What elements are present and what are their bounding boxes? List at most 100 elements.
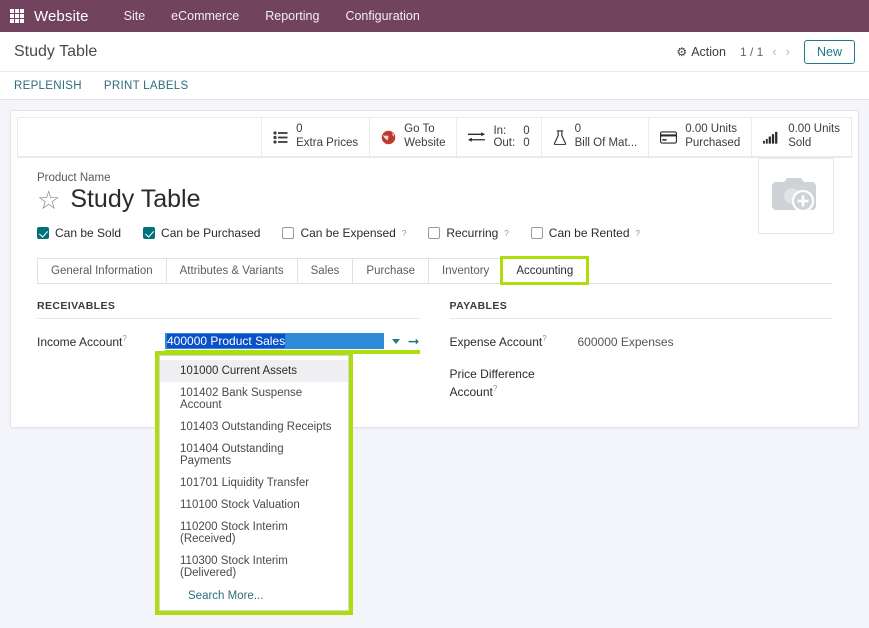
help-icon[interactable]: ?	[402, 229, 406, 238]
chevron-right-icon[interactable]: ›	[786, 44, 790, 59]
print-labels-button[interactable]: PRINT LABELS	[104, 80, 189, 92]
dropdown-item[interactable]: 110100 Stock Valuation	[160, 494, 348, 516]
checkbox-input[interactable]	[282, 227, 295, 239]
income-account-input[interactable]	[165, 333, 384, 349]
stat-value: 0	[296, 123, 303, 136]
expense-account-value: 600000 Expenses	[577, 335, 674, 349]
tab-purchase[interactable]: Purchase	[352, 258, 429, 283]
action-button[interactable]: ⚙ Action	[676, 45, 726, 59]
replenish-button[interactable]: REPLENISH	[14, 80, 82, 92]
form-sheet-wrapper: 0 Extra Prices Go To Website In: 0 Out: …	[0, 100, 869, 615]
tab-sales[interactable]: Sales	[296, 258, 354, 283]
stat-button-sold[interactable]: 0.00 Units Sold	[751, 117, 852, 157]
payables-column: PAYABLES Expense Account? 600000 Expense…	[449, 300, 833, 415]
stat-value: 0	[574, 123, 582, 136]
dropdown-item[interactable]: 101402 Bank Suspense Account	[160, 382, 348, 416]
chevron-down-icon[interactable]	[391, 338, 400, 344]
dropdown-item[interactable]: 101403 Outstanding Receipts	[160, 416, 348, 438]
stat-label: Sold	[788, 137, 812, 149]
income-account-field-row: Income Account? ➞ 101000 Current Assets …	[37, 333, 420, 615]
checkbox-input[interactable]	[143, 227, 156, 239]
help-icon[interactable]: ?	[636, 229, 640, 238]
pager: 1 / 1 ‹ ›	[740, 44, 790, 59]
out-label: Out:	[493, 137, 516, 149]
dropdown-item[interactable]: 101701 Liquidity Transfer	[160, 472, 348, 494]
breadcrumb[interactable]: Study Table	[14, 43, 676, 61]
tab-attributes-variants[interactable]: Attributes & Variants	[165, 258, 298, 283]
dropdown-item[interactable]: 110200 Stock Interim (Received)	[160, 516, 348, 550]
tab-general-information[interactable]: General Information	[37, 258, 167, 283]
product-flags-row: Can be Sold Can be Purchased Can be Expe…	[11, 214, 858, 240]
stat-button-purchased[interactable]: 0.00 Units Purchased	[648, 117, 752, 157]
receivables-section-title: RECEIVABLES	[37, 300, 420, 319]
checkbox-can-be-expensed[interactable]: Can be Expensed ?	[282, 226, 406, 240]
stat-label: Bill Of Mat...	[574, 137, 638, 149]
stat-button-in-out[interactable]: In: 0 Out: 0	[456, 117, 541, 157]
stat-label: Website	[404, 137, 446, 149]
checkbox-can-be-rented[interactable]: Can be Rented ?	[530, 226, 640, 240]
page-title[interactable]: Study Table	[70, 185, 200, 214]
tab-inventory[interactable]: Inventory	[428, 258, 504, 283]
chevron-left-icon[interactable]: ‹	[772, 44, 776, 59]
product-title-zone: Product Name ☆ Study Table	[11, 158, 858, 234]
control-panel-right: ⚙ Action 1 / 1 ‹ › New	[676, 39, 855, 64]
stat-value: Go To	[404, 123, 435, 136]
menu-item-configuration[interactable]: Configuration	[332, 0, 432, 32]
income-account-label-wrap: Income Account?	[37, 333, 165, 351]
apps-grid-icon[interactable]	[10, 9, 24, 23]
new-button[interactable]: New	[803, 39, 855, 64]
checkbox-input[interactable]	[428, 227, 441, 239]
dropdown-item[interactable]: 101000 Current Assets	[160, 360, 348, 382]
expense-account-label-wrap: Expense Account?	[450, 333, 578, 351]
help-icon[interactable]: ?	[122, 334, 126, 343]
menu-item-reporting[interactable]: Reporting	[252, 0, 332, 32]
tab-accounting[interactable]: Accounting	[500, 256, 590, 285]
stat-button-bill-of-materials[interactable]: 0 Bill Of Mat...	[540, 117, 649, 157]
app-menu-bar: Website Site eCommerce Reporting Configu…	[0, 0, 869, 32]
expense-account-value-wrap[interactable]: 600000 Expenses	[578, 333, 833, 351]
favorite-star-icon[interactable]: ☆	[37, 187, 60, 213]
notebook-tabs: General Information Attributes & Variant…	[37, 256, 832, 285]
stat-button-go-to-website[interactable]: Go To Website	[369, 117, 457, 157]
income-account-dropdown[interactable]: 101000 Current Assets 101402 Bank Suspen…	[155, 351, 353, 615]
stat-button-extra-prices[interactable]: 0 Extra Prices	[261, 117, 370, 157]
help-icon[interactable]: ?	[493, 384, 497, 393]
price-difference-label-line1: Price Difference	[449, 367, 535, 381]
menu-item-ecommerce[interactable]: eCommerce	[158, 0, 252, 32]
highlight-underline	[165, 350, 420, 354]
help-icon[interactable]: ?	[504, 229, 508, 238]
menu-item-site[interactable]: Site	[111, 0, 159, 32]
income-account-value-wrap: ➞ 101000 Current Assets 101402 Bank Susp…	[155, 333, 420, 615]
income-account-label: Income Account	[37, 335, 123, 349]
out-count: 0	[523, 137, 530, 149]
dropdown-search-more[interactable]: Search More...	[160, 584, 348, 604]
stat-button-text: 0 Bill Of Mat...	[575, 123, 638, 150]
help-icon[interactable]: ?	[542, 334, 546, 343]
dropdown-item[interactable]: 101404 Outstanding Payments	[160, 438, 348, 472]
pager-count: 1 / 1	[739, 44, 764, 59]
in-label: In:	[493, 125, 507, 137]
checkbox-label: Recurring	[446, 226, 499, 240]
product-title-line: ☆ Study Table	[37, 185, 832, 214]
gear-icon: ⚙	[676, 44, 688, 59]
price-difference-label-wrap: Price Difference Account?	[450, 365, 578, 401]
product-name-label: Product Name	[37, 172, 111, 184]
checkbox-can-be-purchased[interactable]: Can be Purchased	[143, 226, 260, 240]
camera-add-placeholder-icon	[770, 172, 822, 221]
checkbox-input[interactable]	[530, 227, 543, 239]
checkbox-recurring[interactable]: Recurring ?	[428, 226, 509, 240]
form-sheet: 0 Extra Prices Go To Website In: 0 Out: …	[10, 110, 859, 615]
product-image-placeholder[interactable]	[758, 158, 834, 234]
action-bar: REPLENISH PRINT LABELS	[0, 72, 869, 100]
globe-icon	[381, 130, 396, 145]
checkbox-input[interactable]	[37, 227, 49, 239]
stat-value: 0.00 Units	[788, 123, 840, 136]
internal-link-arrow-icon[interactable]: ➞	[408, 334, 420, 348]
checkbox-can-be-sold[interactable]: Can be Sold	[37, 226, 121, 240]
checkbox-label: Can be Expensed	[300, 226, 396, 240]
income-account-m2o[interactable]: ➞	[165, 333, 420, 354]
price-difference-label-line2: Account	[449, 385, 493, 399]
checkbox-label: Can be Rented	[548, 226, 630, 240]
app-title[interactable]: Website	[34, 8, 89, 25]
dropdown-item[interactable]: 110300 Stock Interim (Delivered)	[160, 550, 348, 584]
